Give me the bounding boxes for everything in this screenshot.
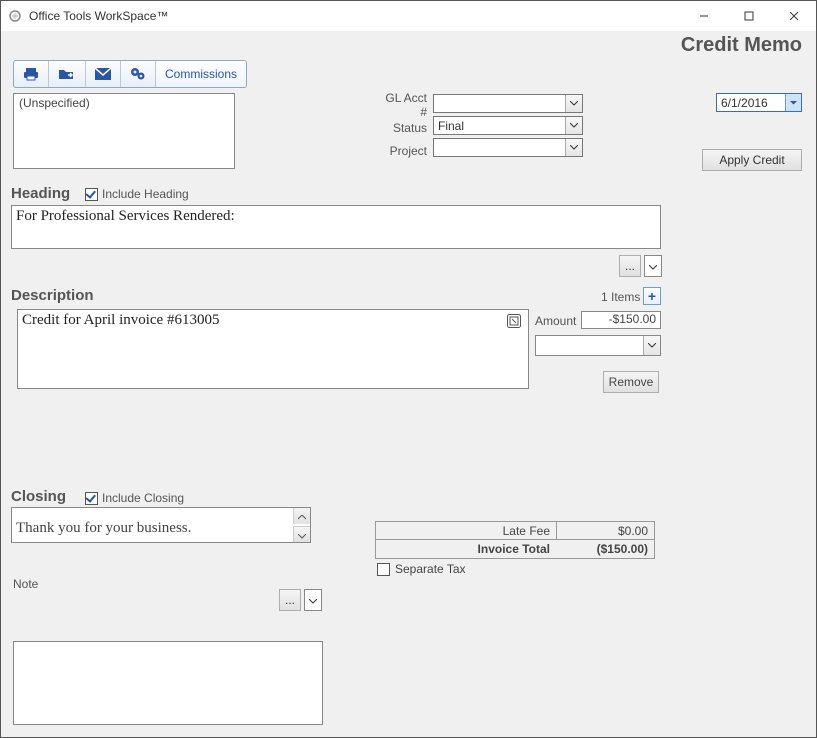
email-button[interactable] bbox=[86, 61, 121, 87]
scroll-up-button[interactable] bbox=[293, 508, 310, 524]
checkbox-icon bbox=[377, 563, 390, 576]
expand-icon bbox=[507, 314, 521, 331]
closing-text-value: Thank you for your business. bbox=[12, 520, 310, 537]
export-button[interactable] bbox=[49, 61, 86, 87]
note-dropdown[interactable] bbox=[304, 589, 322, 611]
remove-label: Remove bbox=[609, 375, 654, 389]
expand-description-button[interactable] bbox=[506, 314, 522, 330]
chevron-down-icon bbox=[565, 95, 582, 112]
client-box-text: (Unspecified) bbox=[19, 96, 90, 110]
titlebar: Office Tools WorkSpace™ bbox=[1, 1, 816, 31]
late-fee-row: Late Fee $0.00 bbox=[376, 522, 654, 540]
ellipsis-icon: ... bbox=[285, 593, 295, 607]
include-closing-checkbox[interactable]: Include Closing bbox=[85, 491, 184, 505]
heading-text-input[interactable]: For Professional Services Rendered: bbox=[11, 205, 661, 249]
meta-labels: GL Acct # Status Project bbox=[377, 94, 427, 163]
note-ellipsis-button[interactable]: ... bbox=[279, 589, 301, 611]
maximize-button[interactable] bbox=[726, 1, 771, 31]
window-title: Office Tools WorkSpace™ bbox=[29, 9, 168, 23]
commissions-label: Commissions bbox=[165, 67, 237, 81]
checkbox-icon bbox=[85, 188, 98, 201]
app-window: Office Tools WorkSpace™ Credit Memo bbox=[0, 0, 817, 738]
status-combo[interactable]: Final bbox=[433, 116, 583, 135]
description-text-value: Credit for April invoice #613005 bbox=[22, 312, 219, 328]
apply-credit-button[interactable]: Apply Credit bbox=[702, 149, 802, 171]
heading-ellipsis-button[interactable]: ... bbox=[619, 255, 641, 277]
close-button[interactable] bbox=[771, 1, 816, 31]
closing-section-label: Closing bbox=[11, 488, 66, 505]
chevron-up-icon bbox=[298, 509, 306, 523]
remove-item-button[interactable]: Remove bbox=[603, 371, 659, 393]
include-closing-label: Include Closing bbox=[102, 491, 184, 505]
description-text-input[interactable]: Credit for April invoice #613005 bbox=[17, 309, 529, 389]
gear-icon bbox=[130, 67, 146, 81]
ellipsis-icon: ... bbox=[625, 259, 635, 273]
checkbox-icon bbox=[85, 492, 98, 505]
separate-tax-checkbox[interactable]: Separate Tax bbox=[377, 562, 466, 576]
amount-label: Amount bbox=[535, 314, 576, 328]
minimize-button[interactable] bbox=[681, 1, 726, 31]
page-title: Credit Memo bbox=[681, 34, 802, 57]
envelope-icon bbox=[95, 68, 111, 80]
chevron-down-icon bbox=[649, 259, 657, 273]
include-heading-label: Include Heading bbox=[102, 187, 189, 201]
settings-button[interactable] bbox=[121, 61, 156, 87]
scroll-down-button[interactable] bbox=[293, 526, 310, 542]
note-options: ... bbox=[279, 589, 322, 611]
totals-panel: Late Fee $0.00 Invoice Total ($150.00) bbox=[375, 521, 655, 559]
meta-fields: Final bbox=[433, 94, 583, 160]
status-value: Final bbox=[434, 119, 565, 133]
invoice-total-row: Invoice Total ($150.00) bbox=[376, 540, 654, 558]
closing-text-input[interactable]: Thank you for your business. bbox=[11, 507, 311, 543]
date-value: 6/1/2016 bbox=[717, 96, 785, 110]
invoice-total-value: ($150.00) bbox=[556, 542, 654, 556]
heading-options: ... bbox=[619, 255, 662, 277]
heading-section-label: Heading bbox=[11, 185, 70, 202]
chevron-down-icon bbox=[309, 593, 317, 607]
amount-category-combo[interactable] bbox=[535, 335, 661, 356]
late-fee-value[interactable]: $0.00 bbox=[556, 522, 654, 539]
add-item-button[interactable]: + bbox=[643, 287, 661, 305]
client-area: Credit Memo bbox=[1, 31, 816, 737]
date-picker[interactable]: 6/1/2016 bbox=[716, 93, 802, 112]
project-label: Project bbox=[377, 140, 427, 161]
amount-value: -$150.00 bbox=[609, 312, 656, 326]
commissions-button[interactable]: Commissions bbox=[156, 61, 246, 87]
items-count: 1 Items bbox=[601, 290, 640, 304]
project-combo[interactable] bbox=[433, 138, 583, 157]
print-button[interactable] bbox=[14, 61, 49, 87]
app-icon bbox=[7, 8, 23, 24]
gl-acct-label: GL Acct # bbox=[377, 94, 427, 115]
chevron-down-icon bbox=[565, 117, 582, 134]
chevron-down-icon bbox=[785, 94, 801, 111]
note-label: Note bbox=[13, 577, 38, 591]
invoice-total-label: Invoice Total bbox=[376, 542, 556, 556]
chevron-down-icon bbox=[643, 336, 660, 355]
print-icon bbox=[23, 67, 39, 81]
chevron-down-icon bbox=[565, 139, 582, 156]
include-heading-checkbox[interactable]: Include Heading bbox=[85, 187, 189, 201]
client-box[interactable]: (Unspecified) bbox=[13, 93, 235, 169]
separate-tax-label: Separate Tax bbox=[395, 562, 466, 576]
heading-dropdown[interactable] bbox=[644, 255, 662, 277]
plus-icon: + bbox=[648, 288, 656, 304]
heading-text-value: For Professional Services Rendered: bbox=[16, 208, 235, 224]
status-label: Status bbox=[377, 117, 427, 138]
toolbar: Commissions bbox=[13, 60, 247, 88]
amount-input[interactable]: -$150.00 bbox=[581, 311, 661, 329]
chevron-down-icon bbox=[298, 528, 306, 542]
apply-credit-label: Apply Credit bbox=[719, 153, 784, 167]
note-text-input[interactable] bbox=[13, 641, 323, 725]
folder-arrow-icon bbox=[58, 67, 76, 81]
late-fee-label: Late Fee bbox=[376, 524, 556, 538]
gl-acct-combo[interactable] bbox=[433, 94, 583, 113]
description-section-label: Description bbox=[11, 287, 94, 304]
